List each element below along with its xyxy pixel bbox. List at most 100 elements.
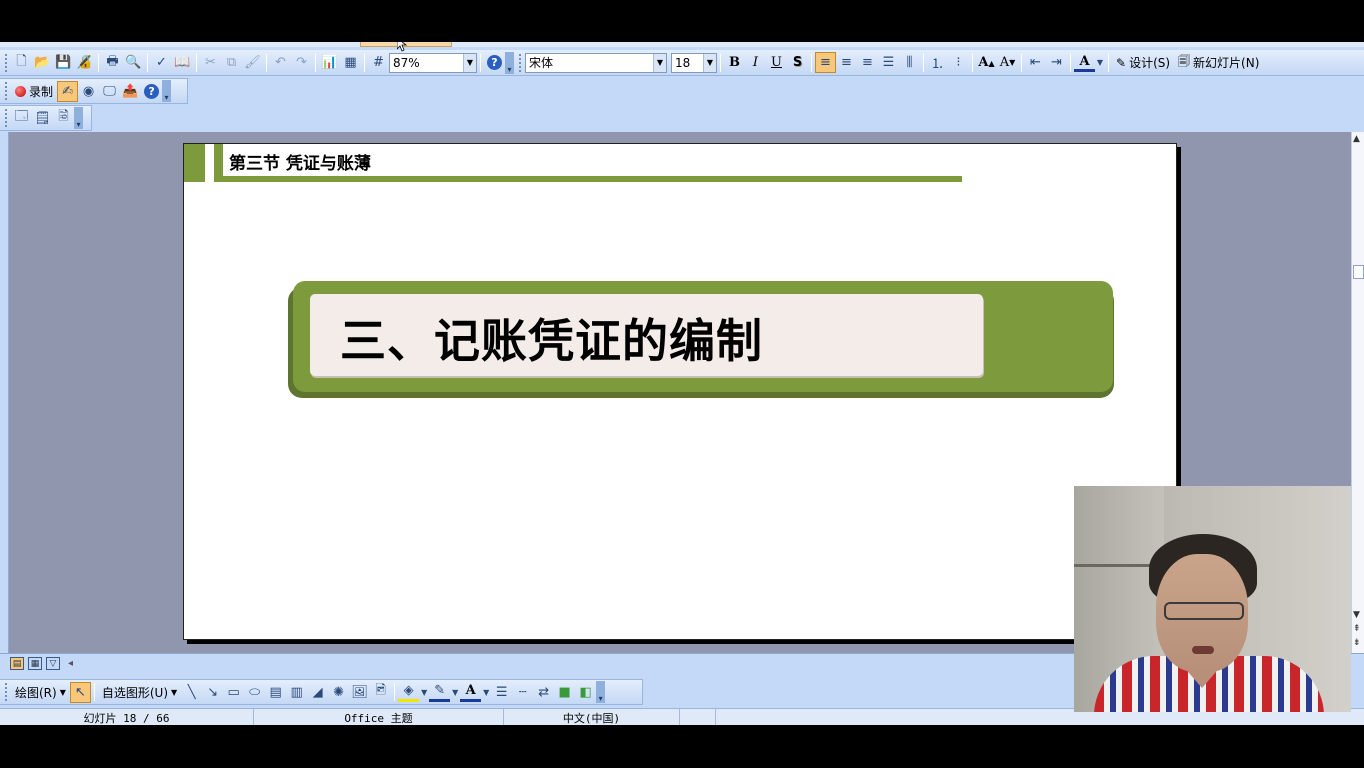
vertical-textbox-icon[interactable]: ▥ [286,682,307,703]
record-button[interactable]: 录制 [11,81,57,102]
oval-icon[interactable]: ⬭ [244,682,265,703]
align-center-icon[interactable]: ≡ [836,52,857,73]
draw-menu-button[interactable]: 绘图(R) ▼ [11,682,70,703]
distribute-icon[interactable]: ⫼ [899,52,920,73]
align-right-icon[interactable]: ≡ [857,52,878,73]
autoshapes-button[interactable]: 自选图形(U) ▼ [98,682,181,703]
slide-notes-icon[interactable]: 🗒 [32,108,53,129]
publish-icon[interactable]: 📤 [120,81,141,102]
undo-icon[interactable]: ↶ [270,52,291,73]
italic-button[interactable]: I [745,52,766,73]
pen-tool-icon[interactable]: ✍ [57,80,79,102]
bullets-icon[interactable]: ⁝ [948,52,969,73]
arrow-icon[interactable]: ↘ [202,682,223,703]
next-slide-icon[interactable]: ⇟ [1353,638,1361,648]
select-arrow-icon[interactable]: ↖ [69,681,91,703]
align-left-icon[interactable]: ≡ [815,52,836,73]
decrease-indent-icon[interactable]: ⇤ [1025,52,1046,73]
font-size-combo[interactable]: 18 ▼ [671,52,717,73]
new-file-icon[interactable]: 🗋 [11,52,32,73]
print-preview-icon[interactable]: 🔍 [123,52,144,73]
rectangle-icon[interactable]: ▭ [223,682,244,703]
fill-color-icon[interactable]: ◈ [398,683,420,702]
numbering-icon[interactable]: ⒈ [927,52,948,73]
scroll-left-icon[interactable]: ◂ [68,658,73,669]
save-icon[interactable]: 💾 [53,52,74,73]
clipart-icon[interactable]: 🖼 [349,682,370,703]
chevron-down-icon[interactable]: ▼ [419,682,429,703]
chevron-down-icon[interactable]: ▼ [481,682,491,703]
line-style-icon[interactable]: ☰ [491,682,512,703]
toolbar-grip[interactable] [3,109,9,127]
dash-style-icon[interactable]: ┄ [512,682,533,703]
font-size-value: 18 [675,55,691,70]
font-color-button[interactable]: A [1074,53,1095,72]
cut-icon[interactable]: ✂ [200,52,221,73]
scroll-up-icon[interactable]: ▲ [1353,134,1360,144]
font-color-icon[interactable]: A [460,683,482,702]
picture-icon[interactable]: 🖻 [370,682,391,703]
print-icon[interactable]: 🖶 [102,52,123,73]
line-color-icon[interactable]: ✎ [429,683,451,702]
shadow-button[interactable]: S [787,52,808,73]
redo-icon[interactable]: ↷ [291,52,312,73]
underline-button[interactable]: U [766,52,787,73]
grow-font-button[interactable]: A ▲ [976,52,997,73]
zoom-combo[interactable]: 87% ▼ [389,52,477,73]
toolbar-options-chevron[interactable]: ▾ [74,107,83,129]
screen-icon[interactable]: 🖵 [99,81,120,102]
slide-canvas[interactable]: 第三节 凭证与账薄 三、记账凭证的编制 [183,143,1177,640]
toolbar-options-chevron[interactable]: ▾ [505,51,514,74]
line-icon[interactable]: ╲ [181,682,202,703]
chevron-down-icon[interactable]: ▼ [1095,52,1105,73]
format-painter-icon[interactable]: 🖌 [242,52,263,73]
help-icon[interactable]: ? [484,52,505,73]
toolbar-options-chevron[interactable]: ▾ [162,80,172,102]
outline-pane-edge[interactable] [0,132,9,653]
font-name-combo[interactable]: 宋体 ▼ [525,52,667,73]
vertical-scrollbar[interactable]: ▲ ▼ ⇞ ⇟ [1351,132,1364,653]
bold-button[interactable]: B [724,52,745,73]
chevron-down-icon[interactable]: ▼ [463,53,476,72]
textbox-icon[interactable]: ▤ [265,682,286,703]
help-icon[interactable]: ? [141,81,162,102]
research-icon[interactable]: 📖 [172,52,193,73]
justify-icon[interactable]: ☰ [878,52,899,73]
toolbar-grip[interactable] [3,683,9,701]
wordart-icon[interactable]: ◢ [307,682,328,703]
3d-style-icon[interactable]: ◧ [575,682,596,703]
slide-sorter-icon[interactable]: ▦ [28,657,42,670]
insert-chart-icon[interactable]: 📊 [319,52,340,73]
grid-icon[interactable]: # [368,52,389,73]
open-folder-icon[interactable]: 📂 [32,52,53,73]
toolbar-grip[interactable] [3,53,9,72]
design-button[interactable]: ✎ 设计(S) [1112,52,1174,73]
shadow-style-icon[interactable]: ■ [554,682,575,703]
scroll-down-icon[interactable]: ▼ [1353,610,1360,620]
copy-icon[interactable]: ⧉ [221,52,242,73]
new-slide-icon: 🗐 [1178,54,1191,68]
chevron-down-icon[interactable]: ▼ [450,682,460,703]
increase-indent-icon[interactable]: ⇥ [1046,52,1067,73]
slide-layout-icon[interactable]: 🗔 [11,108,32,129]
permission-icon[interactable]: 🔏 [74,52,95,73]
slideshow-icon[interactable]: ▽ [46,657,60,670]
normal-view-icon[interactable]: ▤ [10,657,24,670]
toolbar-options-chevron[interactable]: ▾ [596,681,606,703]
slide-settings-icon[interactable]: 🗟 [53,108,74,129]
camera-icon[interactable]: ◉ [78,81,99,102]
insert-table-icon[interactable]: ▦ [340,52,361,73]
slide-title[interactable]: 三、记账凭证的编制 [340,305,763,371]
arrow-style-icon[interactable]: ⇄ [533,682,554,703]
spelling-icon[interactable]: ✓ [151,52,172,73]
shrink-font-button[interactable]: A ▼ [997,52,1018,73]
chevron-down-icon[interactable]: ▼ [653,53,666,72]
toolbar-grip[interactable] [3,82,9,100]
diagram-icon[interactable]: ✺ [328,682,349,703]
section-title[interactable]: 第三节 凭证与账薄 [229,149,371,174]
new-slide-button[interactable]: 🗐 新幻灯片(N) [1174,52,1263,73]
scroll-thumb[interactable] [1353,265,1364,279]
chevron-down-icon[interactable]: ▼ [703,53,716,72]
previous-slide-icon[interactable]: ⇞ [1353,624,1361,634]
toolbar-grip[interactable] [517,53,523,72]
